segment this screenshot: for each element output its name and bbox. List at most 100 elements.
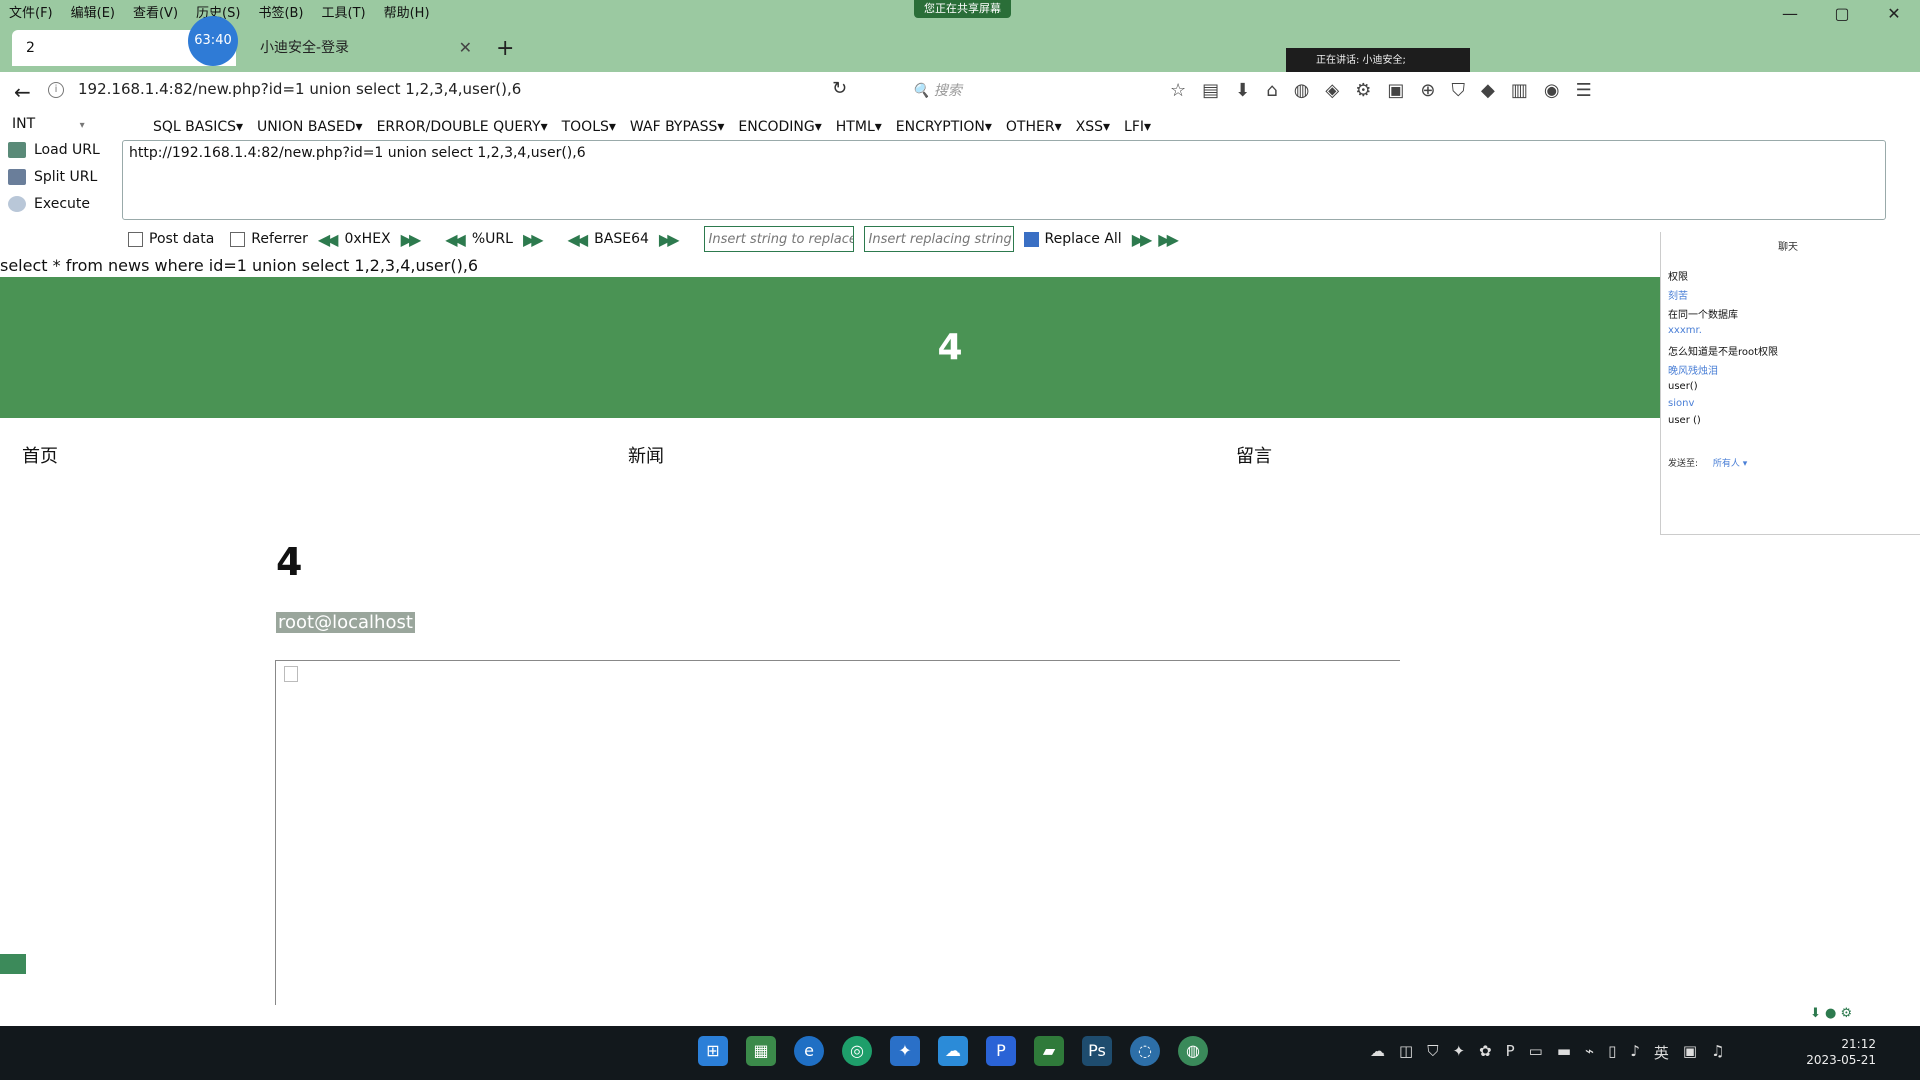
download-icon[interactable]: ⬇ [1235,80,1250,101]
firefox-icon[interactable]: ◍ [1178,1036,1208,1066]
display-icon[interactable]: ▣ [1683,1042,1697,1063]
close-icon[interactable]: ✕ [459,30,472,66]
menu-tools[interactable]: TOOLS▾ [555,119,623,135]
url-encode-arrow-icon[interactable]: ◀◀ [445,230,466,249]
qq-icon[interactable]: ◌ [1130,1036,1160,1066]
split-url-button[interactable]: Split URL [8,169,97,185]
sql-query-echo: select * from news where id=1 union sele… [0,256,479,275]
replace-left-arrow-icon[interactable]: ▶▶ [1132,230,1153,249]
tray-shield-icon[interactable]: ⛉ [1427,1042,1438,1063]
minimize-button[interactable]: — [1764,0,1816,28]
referrer-checkbox[interactable]: Referrer [230,231,308,247]
book-icon[interactable]: ▥ [1511,80,1528,101]
replace-right-arrow-icon[interactable]: ▶▶ [1158,230,1179,249]
menu-view[interactable]: 查看(V) [124,2,187,21]
execute-button[interactable]: Execute [8,196,90,212]
screen-share-banner[interactable]: 您正在共享屏幕 [914,0,1011,18]
menu-file[interactable]: 文件(F) [0,2,62,21]
replace-all-checkbox[interactable]: Replace All [1023,231,1122,247]
menu-edit[interactable]: 编辑(E) [62,2,124,21]
tray-camera-icon[interactable]: ◫ [1399,1042,1413,1063]
menu-xss[interactable]: XSS▾ [1069,119,1117,135]
file-explorer-icon[interactable]: ▦ [746,1036,776,1066]
menu-bookmarks[interactable]: 书签(B) [249,2,312,21]
menu-lfi[interactable]: LFI▾ [1117,119,1158,135]
new-tab-button[interactable]: + [496,36,514,61]
terminal-icon[interactable]: ▰ [1034,1036,1064,1066]
tab-login[interactable]: 小迪安全-登录 ✕ [246,30,486,66]
nav-link-message[interactable]: 留言 [1236,442,1272,468]
tray-gear-icon[interactable]: ✿ [1479,1042,1492,1063]
tab-label: 2 [26,40,35,56]
nav-link-home[interactable]: 首页 [22,442,58,468]
maximize-button[interactable]: ▢ [1816,0,1868,28]
hackbar-url-textarea[interactable]: http://192.168.1.4:82/new.php?id=1 union… [122,140,1886,220]
download-arrow-icon[interactable]: ⬇ [1810,1006,1821,1021]
chrome-icon[interactable]: ◎ [842,1036,872,1066]
menu-help[interactable]: 帮助(H) [375,2,439,21]
url-label: %URL [471,231,513,247]
menu-encryption[interactable]: ENCRYPTION▾ [889,119,999,135]
menu-tools[interactable]: 工具(T) [313,2,375,21]
clock[interactable]: 21:12 2023-05-21 [1790,1036,1876,1068]
feishu-icon[interactable]: ✦ [890,1036,920,1066]
close-window-button[interactable]: ✕ [1868,0,1920,28]
p-app-icon[interactable]: P [986,1036,1016,1066]
cloud-icon[interactable]: ☁ [938,1036,968,1066]
shield-icon[interactable]: ⛉ [1452,80,1466,101]
menu-union-based[interactable]: UNION BASED▾ [250,119,370,135]
tray-p-icon[interactable]: P [1506,1042,1515,1063]
reading-list-icon[interactable]: ▤ [1202,80,1219,101]
back-arrow-icon[interactable]: ← [14,80,31,104]
search-box[interactable]: 🔍 搜索 [912,80,962,100]
chat-send-to[interactable]: 发送至: 所有人 ▾ [1668,456,1747,469]
side-panel-toggle-icon[interactable] [0,954,26,974]
ime-indicator[interactable]: 英 [1654,1042,1669,1063]
extension-icon[interactable]: ◈ [1325,80,1339,101]
settings-icon[interactable]: ⚙ [1355,80,1371,101]
send-to-select[interactable]: 所有人 ▾ [1713,459,1747,469]
menu-sql-basics[interactable]: SQL BASICS▾ [146,119,250,135]
base64-decode-arrow-icon[interactable]: ▶▶ [659,230,680,249]
nav-link-news[interactable]: 新闻 [628,442,664,468]
reload-icon[interactable]: ↻ [832,78,847,99]
info-icon[interactable]: i [48,82,64,98]
hamburger-menu-icon[interactable]: ☰ [1576,80,1592,101]
layers-icon[interactable]: ◆ [1481,80,1495,101]
tray-feishu-icon[interactable]: ✦ [1452,1042,1465,1063]
replacing-string-input[interactable]: Insert replacing string [863,226,1014,252]
replace-string-input[interactable]: Insert string to replace [703,226,854,252]
menu-encoding[interactable]: ENCODING▾ [731,119,828,135]
status-icons: ⬇ ● ⚙ [1810,1006,1852,1021]
hex-encode-arrow-icon[interactable]: ◀◀ [318,230,339,249]
tray-chat-icon[interactable]: ▬ [1557,1042,1571,1063]
post-data-checkbox[interactable]: Post data [128,231,214,247]
hex-decode-arrow-icon[interactable]: ▶▶ [401,230,422,249]
search-placeholder: 搜索 [933,83,962,99]
load-url-button[interactable]: Load URL [8,142,100,158]
menu-other[interactable]: OTHER▾ [999,119,1069,135]
zoom-icon[interactable]: ⊕ [1420,80,1435,101]
home-icon[interactable]: ⌂ [1266,80,1277,101]
globe-icon[interactable]: ◍ [1294,80,1310,101]
photoshop-icon[interactable]: Ps [1082,1036,1112,1066]
menu-html[interactable]: HTML▾ [829,119,889,135]
hackbar-type-select[interactable]: INT ▾ [12,116,102,132]
tray-cloud-icon[interactable]: ☁ [1370,1042,1385,1063]
address-bar[interactable]: 192.168.1.4:82/new.php?id=1 union select… [78,80,521,98]
puzzle-icon[interactable]: ▣ [1387,80,1404,101]
addon-icon[interactable]: ◉ [1544,80,1560,101]
hackbar-menu: SQL BASICS▾ UNION BASED▾ ERROR/DOUBLE QU… [146,116,1158,138]
start-icon[interactable]: ⊞ [698,1036,728,1066]
tray-monitor-icon[interactable]: ▭ [1529,1042,1543,1063]
tray-network-icon[interactable]: ⌁ [1585,1042,1594,1063]
url-decode-arrow-icon[interactable]: ▶▶ [523,230,544,249]
bookmark-star-icon[interactable]: ☆ [1170,80,1186,101]
menu-waf-bypass[interactable]: WAF BYPASS▾ [623,119,731,135]
tray-usb-icon[interactable]: ▯ [1608,1042,1616,1063]
microphone-icon[interactable]: ♪ [1630,1042,1640,1063]
base64-encode-arrow-icon[interactable]: ◀◀ [568,230,589,249]
edge-icon[interactable]: e [794,1036,824,1066]
menu-error-double-query[interactable]: ERROR/DOUBLE QUERY▾ [370,119,555,135]
volume-icon[interactable]: ♫ [1711,1042,1724,1063]
